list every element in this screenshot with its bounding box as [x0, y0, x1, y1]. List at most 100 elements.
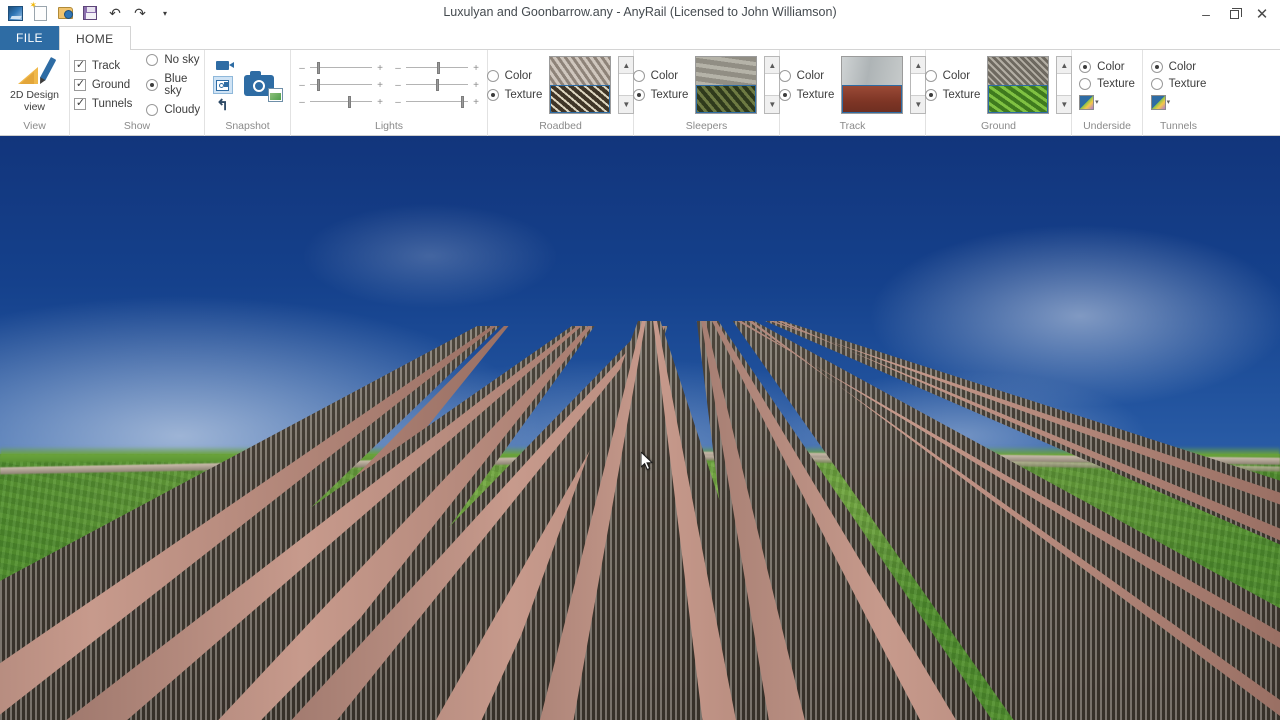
radio-underside-texture[interactable]: Texture: [1079, 77, 1135, 90]
slider-light-2[interactable]: – +: [299, 78, 383, 92]
radio-track-texture-dot[interactable]: [778, 88, 791, 101]
radio-roadbed-color-dot[interactable]: [486, 69, 499, 82]
slider-plus-6[interactable]: +: [473, 97, 479, 108]
radio-sleepers-texture[interactable]: Texture: [632, 88, 688, 101]
radio-roadbed-texture[interactable]: Texture: [486, 88, 543, 101]
close-button[interactable]: ✕: [1248, 4, 1276, 24]
ground-texture-list[interactable]: [987, 56, 1050, 114]
track-swatch-rust[interactable]: [842, 85, 903, 113]
ground-scroll-down[interactable]: ▼: [1057, 96, 1072, 113]
slider-light-4[interactable]: – +: [395, 61, 479, 75]
radio-sleepers-texture-dot[interactable]: [632, 88, 645, 101]
radio-ground-texture[interactable]: Texture: [924, 88, 980, 101]
radio-sleepers-color-dot[interactable]: [632, 69, 645, 82]
roadbed-swatch-gravel-dark[interactable]: [550, 85, 611, 113]
minimize-button[interactable]: –: [1192, 4, 1220, 24]
radio-roadbed-texture-label: Texture: [504, 88, 543, 101]
sleepers-swatch-grey[interactable]: [696, 57, 757, 85]
undo-view-icon[interactable]: ↰: [213, 96, 233, 114]
slider-track-6[interactable]: [406, 95, 468, 109]
slider-light-5[interactable]: – +: [395, 78, 479, 92]
radio-no-sky[interactable]: No sky: [146, 54, 200, 66]
checkbox-track[interactable]: Track: [73, 59, 133, 72]
slider-thumb-5[interactable]: [435, 79, 439, 91]
slider-track-5[interactable]: [406, 78, 468, 92]
radio-cloudy[interactable]: Cloudy: [146, 104, 200, 116]
checkbox-ground-box[interactable]: [73, 78, 86, 91]
radio-blue-sky[interactable]: Blue sky: [146, 73, 200, 97]
ground-scrollbar[interactable]: ▲ ▼: [1056, 56, 1073, 114]
slider-plus-1[interactable]: +: [377, 63, 383, 74]
roadbed-swatch-gravel-light[interactable]: [550, 57, 611, 85]
color-palette-icon[interactable]: [1079, 94, 1095, 110]
radio-track-color-dot[interactable]: [778, 69, 791, 82]
slider-track-4[interactable]: [406, 61, 468, 75]
tab-file[interactable]: FILE: [0, 26, 59, 50]
slider-thumb-3[interactable]: [348, 96, 352, 108]
radio-no-sky-dot[interactable]: [146, 54, 159, 66]
chevron-down-icon[interactable]: ▾: [1095, 98, 1099, 106]
track-swatch-light-grey[interactable]: [842, 57, 903, 85]
slider-plus-4[interactable]: +: [473, 63, 479, 74]
radio-tunnels-color[interactable]: Color: [1150, 60, 1207, 73]
slider-minus-3[interactable]: –: [299, 97, 305, 108]
slider-plus-5[interactable]: +: [473, 80, 479, 91]
slider-plus-3[interactable]: +: [377, 97, 383, 108]
slider-minus-1[interactable]: –: [299, 63, 305, 74]
slider-light-3[interactable]: – +: [299, 95, 383, 109]
radio-underside-color-dot[interactable]: [1079, 60, 1092, 73]
radio-roadbed-texture-dot[interactable]: [486, 88, 499, 101]
restore-button[interactable]: [1220, 4, 1248, 24]
chevron-down-icon[interactable]: ▾: [1167, 98, 1171, 106]
slider-track-2[interactable]: [310, 78, 372, 92]
slider-plus-2[interactable]: +: [377, 80, 383, 91]
slider-track-3[interactable]: [310, 95, 372, 109]
radio-underside-color[interactable]: Color: [1079, 60, 1135, 73]
radio-ground-color[interactable]: Color: [924, 69, 981, 82]
slider-minus-4[interactable]: –: [395, 63, 401, 74]
slider-light-6[interactable]: – +: [395, 95, 479, 109]
slider-light-1[interactable]: – +: [299, 61, 383, 75]
sleepers-swatch-dark-green[interactable]: [696, 85, 757, 113]
slider-thumb-6[interactable]: [460, 96, 464, 108]
tunnels-color-picker[interactable]: ▾: [1150, 94, 1207, 110]
slider-thumb-4[interactable]: [437, 62, 440, 74]
radio-sleepers-color[interactable]: Color: [632, 69, 689, 82]
sleepers-texture-list[interactable]: [695, 56, 758, 114]
snapshot-camera-icon[interactable]: [243, 68, 283, 102]
radio-underside-texture-dot[interactable]: [1079, 77, 1092, 90]
video-camera-icon[interactable]: [213, 56, 234, 74]
slider-track-1[interactable]: [310, 61, 372, 75]
slider-minus-5[interactable]: –: [395, 80, 401, 91]
radio-track-texture[interactable]: Texture: [778, 88, 834, 101]
properties-icon[interactable]: [212, 76, 233, 94]
slider-minus-6[interactable]: –: [395, 97, 401, 108]
radio-ground-color-dot[interactable]: [924, 69, 937, 82]
ground-scroll-up[interactable]: ▲: [1057, 57, 1072, 74]
checkbox-ground[interactable]: Ground: [73, 78, 133, 91]
radio-tunnels-color-dot[interactable]: [1150, 60, 1163, 73]
underside-color-picker[interactable]: ▾: [1079, 94, 1135, 110]
radio-ground-texture-dot[interactable]: [924, 88, 937, 101]
3d-preview[interactable]: [0, 136, 1280, 720]
slider-thumb-1[interactable]: [317, 62, 321, 74]
checkbox-tunnels-box[interactable]: [73, 97, 86, 110]
radio-tunnels-texture[interactable]: Texture: [1150, 77, 1206, 90]
radio-tunnels-texture-dot[interactable]: [1150, 77, 1163, 90]
tab-home[interactable]: HOME: [58, 26, 131, 50]
track-texture-list[interactable]: [841, 56, 904, 114]
color-palette-icon[interactable]: [1150, 94, 1166, 110]
slider-minus-2[interactable]: –: [299, 80, 305, 91]
radio-cloudy-dot[interactable]: [146, 104, 159, 116]
radio-track-color[interactable]: Color: [778, 69, 835, 82]
roadbed-texture-list[interactable]: [549, 56, 612, 114]
checkbox-tunnels[interactable]: Tunnels: [73, 97, 132, 110]
radio-blue-sky-dot[interactable]: [146, 79, 159, 91]
ground-swatch-grass[interactable]: [988, 85, 1049, 113]
checkbox-track-box[interactable]: [73, 59, 86, 72]
ground-swatch-gravel[interactable]: [988, 57, 1049, 85]
ground-scroll-thumb[interactable]: [1057, 74, 1072, 96]
2d-design-view-button[interactable]: 2D Design view: [3, 56, 67, 113]
slider-thumb-2[interactable]: [317, 79, 321, 91]
radio-roadbed-color[interactable]: Color: [486, 69, 543, 82]
